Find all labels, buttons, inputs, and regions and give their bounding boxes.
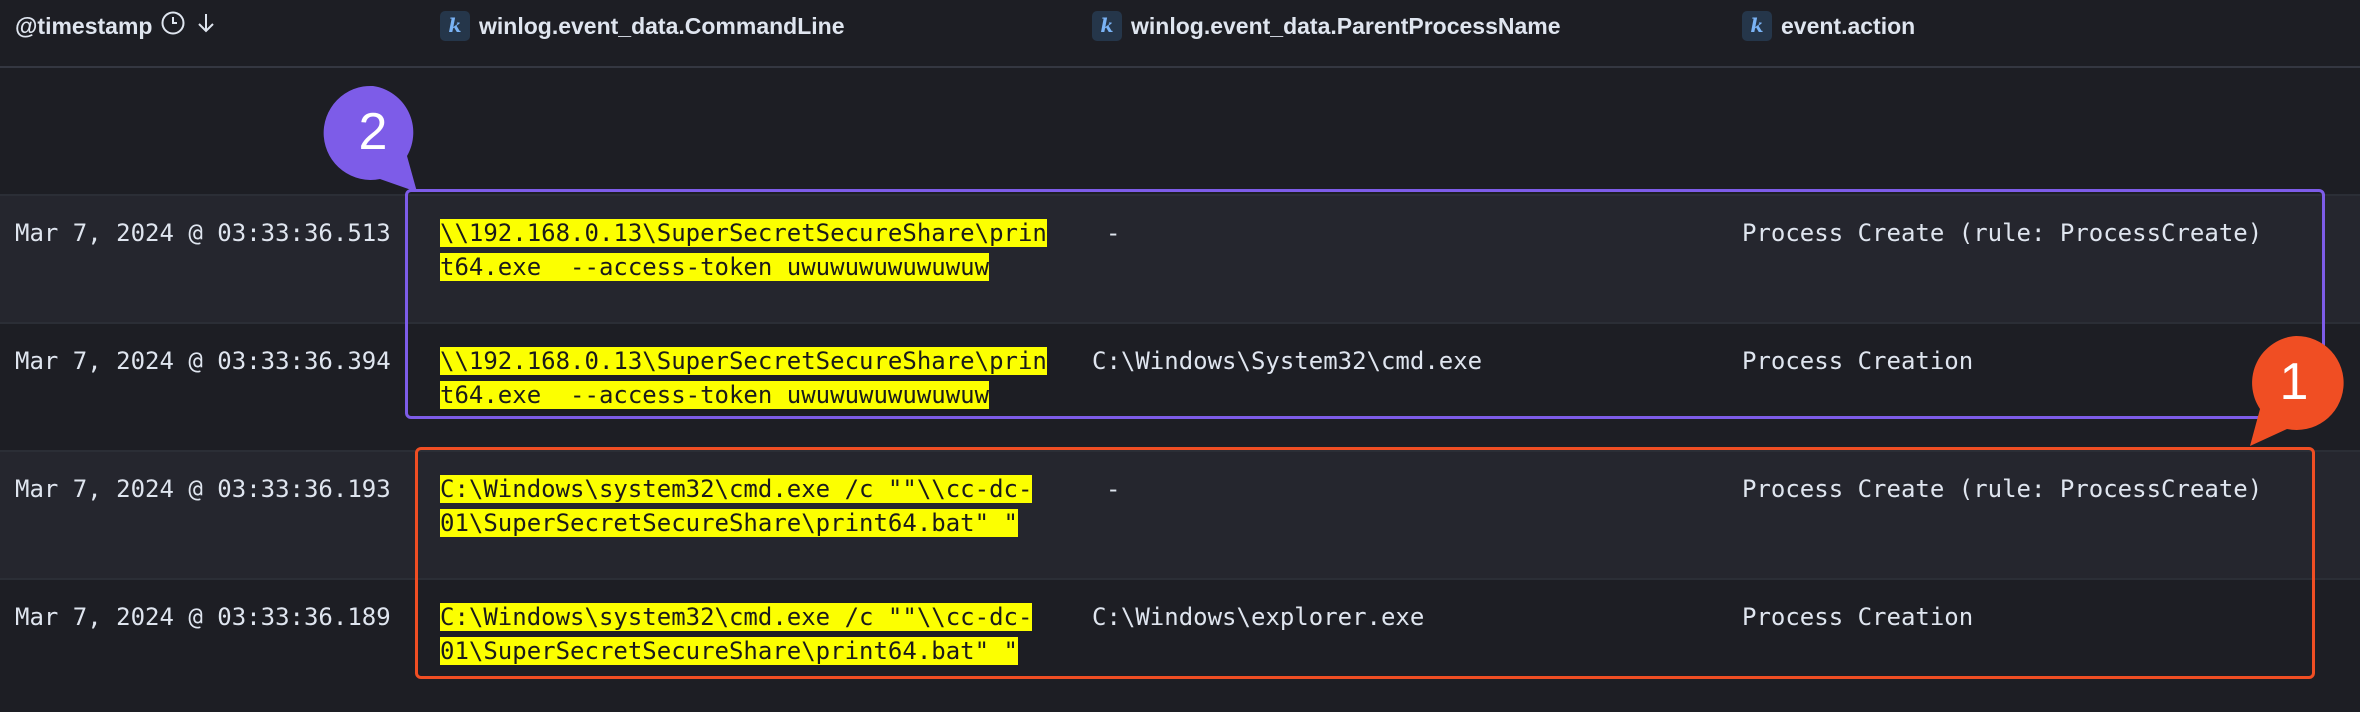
empty-row xyxy=(0,68,2360,194)
column-header-commandline[interactable]: k winlog.event_data.CommandLine xyxy=(440,0,845,52)
event-action-cell: Process Create (rule: ProcessCreate) xyxy=(1742,219,2263,247)
search-highlight: \\192.168.0.13\SuperSecretSecureShare\pr… xyxy=(440,347,1047,375)
table-row[interactable]: Mar 7, 2024 @ 03:33:36.189 C:\Windows\sy… xyxy=(0,578,2360,706)
table-header: @timestamp k winlog.event_data.CommandLi… xyxy=(0,0,2360,68)
keyword-type-icon: k xyxy=(440,11,470,41)
table-row[interactable]: Mar 7, 2024 @ 03:33:36.513 \\192.168.0.1… xyxy=(0,194,2360,322)
commandline-cell: \\192.168.0.13\SuperSecretSecureShare\pr… xyxy=(440,216,1060,284)
parent-process-cell: - xyxy=(1106,475,1121,503)
column-header-timestamp-label: @timestamp xyxy=(15,12,153,39)
column-header-commandline-label: winlog.event_data.CommandLine xyxy=(479,12,845,39)
commandline-cell: C:\Windows\system32\cmd.exe /c ""\\cc-dc… xyxy=(440,472,1060,540)
search-highlight: t64.exe --access-token uwuwuwuwuwuwuw xyxy=(440,381,990,409)
commandline-cell: C:\Windows\system32\cmd.exe /c ""\\cc-dc… xyxy=(440,600,1060,668)
event-action-cell: Process Creation xyxy=(1742,603,1974,631)
parent-process-cell: C:\Windows\System32\cmd.exe xyxy=(1092,347,1483,375)
event-action-cell: Process Creation xyxy=(1742,347,1974,375)
clock-icon xyxy=(160,10,186,42)
table-row[interactable]: Mar 7, 2024 @ 03:33:36.394 \\192.168.0.1… xyxy=(0,322,2360,450)
table-row[interactable]: Mar 7, 2024 @ 03:33:36.193 C:\Windows\sy… xyxy=(0,450,2360,578)
column-header-parentprocessname-label: winlog.event_data.ParentProcessName xyxy=(1131,12,1561,39)
search-highlight: t64.exe --access-token uwuwuwuwuwuwuw xyxy=(440,253,990,281)
search-highlight: C:\Windows\system32\cmd.exe /c ""\\cc-dc… xyxy=(440,475,1033,503)
timestamp-cell: Mar 7, 2024 @ 03:33:36.513 xyxy=(15,219,391,247)
keyword-type-icon: k xyxy=(1092,11,1122,41)
sort-descending-icon[interactable] xyxy=(194,10,218,42)
column-header-parentprocessname[interactable]: k winlog.event_data.ParentProcessName xyxy=(1092,0,1561,52)
search-highlight: \\192.168.0.13\SuperSecretSecureShare\pr… xyxy=(440,219,1047,247)
timestamp-cell: Mar 7, 2024 @ 03:33:36.394 xyxy=(15,347,391,375)
search-highlight: C:\Windows\system32\cmd.exe /c ""\\cc-dc… xyxy=(440,603,1033,631)
timestamp-cell: Mar 7, 2024 @ 03:33:36.193 xyxy=(15,475,391,503)
keyword-type-icon: k xyxy=(1742,11,1772,41)
parent-process-cell: - xyxy=(1106,219,1121,247)
commandline-cell: \\192.168.0.13\SuperSecretSecureShare\pr… xyxy=(440,344,1060,412)
column-header-event-action-label: event.action xyxy=(1781,12,1916,39)
column-header-event-action[interactable]: k event.action xyxy=(1742,0,1915,52)
event-action-cell: Process Create (rule: ProcessCreate) xyxy=(1742,475,2263,503)
search-highlight: 01\SuperSecretSecureShare\print64.bat" " xyxy=(440,509,1018,537)
column-header-timestamp[interactable]: @timestamp xyxy=(15,0,218,52)
parent-process-cell: C:\Windows\explorer.exe xyxy=(1092,603,1425,631)
timestamp-cell: Mar 7, 2024 @ 03:33:36.189 xyxy=(15,603,391,631)
search-highlight: 01\SuperSecretSecureShare\print64.bat" " xyxy=(440,637,1018,665)
